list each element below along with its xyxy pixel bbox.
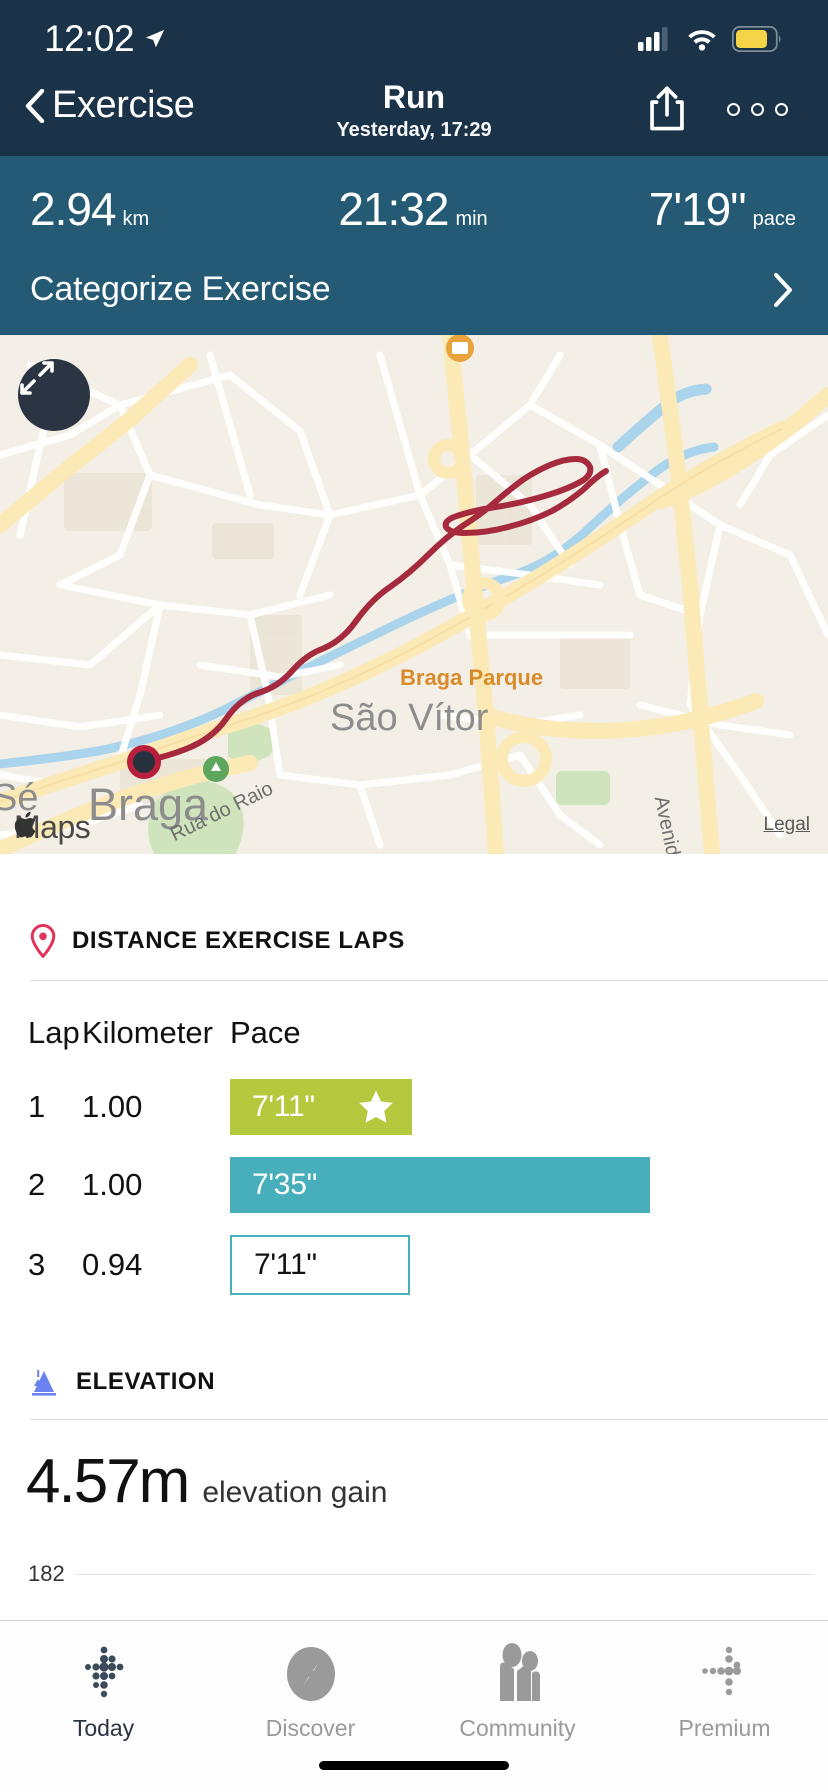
cellular-signal-icon (638, 27, 668, 51)
table-row[interactable]: 2 1.00 7'35" (0, 1157, 828, 1213)
more-dot-2 (751, 102, 764, 116)
elevation-section-title: ELEVATION (76, 1368, 216, 1395)
column-header-lap: Lap (28, 1015, 80, 1050)
summary-stats: 2.94 km 21:32 min 7'19" pace (0, 182, 828, 236)
stat-distance: 2.94 km (0, 182, 285, 236)
lap-pace-value: 7'11" (254, 1248, 317, 1281)
tab-premium-label: Premium (678, 1715, 771, 1741)
tab-today-label: Today (72, 1715, 135, 1741)
stat-duration: 21:32 min (285, 182, 540, 236)
compass-icon (284, 1643, 338, 1705)
lap-distance: 1.00 (82, 1167, 143, 1202)
elevation-gain-row: 4.57m elevation gain (0, 1420, 828, 1517)
elevation-section-header: ELEVATION (0, 1317, 828, 1409)
laps-table: Lap Kilometer Pace 1 1.00 7'11" 2 1.00 7… (0, 981, 828, 1295)
status-bar-clock: 12:02 (44, 18, 135, 59)
stat-pace-unit: pace (752, 208, 796, 230)
column-header-pace: Pace (230, 1015, 301, 1050)
more-dots-icon[interactable] (727, 102, 788, 116)
lap-number: 3 (28, 1247, 46, 1282)
elevation-axis-top-label: 182 (28, 1561, 65, 1586)
expand-arrows-icon (20, 361, 54, 395)
lap-pace-bar: 7'11" (230, 1079, 412, 1135)
tab-today[interactable]: Today (0, 1643, 207, 1742)
tab-community[interactable]: Community (414, 1643, 621, 1742)
laps-section-header: DISTANCE EXERCISE LAPS (0, 854, 828, 970)
nav-actions (647, 78, 788, 132)
stat-pace-value: 7'19" (648, 183, 747, 235)
lap-distance: 1.00 (82, 1089, 143, 1124)
column-header-kilometer: Kilometer (82, 1015, 213, 1050)
best-lap-star-icon (359, 1090, 393, 1123)
map-label-sao-vitor: São Vítor (330, 697, 489, 739)
share-icon[interactable] (647, 86, 687, 132)
status-bar: 12:02 (0, 0, 828, 78)
elevation-chart-axis: 182 (0, 1517, 828, 1587)
lap-pace-value: 7'11" (252, 1090, 315, 1123)
stat-duration-value: 21:32 (338, 183, 449, 235)
stat-distance-unit: km (122, 208, 150, 230)
map-legal-link[interactable]: Legal (764, 814, 811, 836)
tab-discover[interactable]: Discover (207, 1643, 414, 1742)
stat-duration-unit: min (455, 208, 488, 230)
map-pin-icon (30, 924, 56, 958)
location-arrow-icon (145, 29, 165, 48)
categorize-exercise-label: Categorize Exercise (30, 270, 331, 308)
dots-burst-icon (75, 1643, 133, 1705)
elevation-gain-caption: elevation gain (202, 1476, 388, 1509)
expand-map-button[interactable] (18, 359, 90, 431)
tab-bar: Today Discover Community Premium (0, 1620, 828, 1792)
stat-pace: 7'19" pace (541, 182, 828, 236)
map-attribution: Maps (14, 809, 91, 846)
map-canvas (0, 335, 828, 854)
tab-discover-label: Discover (265, 1715, 356, 1741)
tab-premium[interactable]: Premium (621, 1643, 828, 1742)
map-label-braga-parque: Braga Parque (400, 665, 544, 690)
back-button-label: Exercise (52, 84, 195, 126)
laps-section-title: DISTANCE EXERCISE LAPS (72, 927, 405, 954)
back-button[interactable]: Exercise (22, 78, 195, 127)
table-row[interactable]: 3 0.94 7'11" (0, 1235, 828, 1295)
chevron-left-icon (25, 88, 45, 123)
wifi-icon (688, 30, 716, 51)
route-map[interactable]: Maps Legal Braga Parque São Vítor Braga … (0, 335, 828, 854)
status-bar-right (638, 26, 782, 52)
elevation-gain-value: 4.57m (26, 1447, 190, 1516)
summary-bar: 2.94 km 21:32 min 7'19" pace Categorize … (0, 156, 828, 335)
lap-number: 1 (28, 1089, 46, 1124)
table-row[interactable]: 1 1.00 7'11" (0, 1079, 828, 1135)
categorize-exercise-row[interactable]: Categorize Exercise (0, 236, 828, 335)
chevron-right-icon (774, 272, 792, 307)
tab-community-label: Community (459, 1715, 576, 1741)
laps-table-header: Lap Kilometer Pace (0, 1015, 828, 1051)
lap-distance: 0.94 (82, 1247, 143, 1282)
home-indicator (319, 1761, 509, 1770)
people-icon (486, 1643, 550, 1705)
lap-pace-bar: 7'11" (230, 1235, 410, 1295)
lap-number: 2 (28, 1167, 46, 1202)
navigation-bar: Exercise Run Yesterday, 17:29 (0, 78, 828, 156)
battery-icon (732, 26, 781, 52)
apple-logo-icon (14, 811, 36, 838)
elevation-axis-gridline (74, 1573, 814, 1575)
stat-distance-value: 2.94 (30, 183, 117, 235)
lap-pace-value: 7'35" (252, 1168, 317, 1201)
mountain-icon (32, 1370, 56, 1396)
dots-arrow-icon (696, 1643, 754, 1705)
content-area: DISTANCE EXERCISE LAPS Lap Kilometer Pac… (0, 854, 828, 1587)
more-dot-1 (727, 102, 740, 116)
lap-pace-bar: 7'35" (230, 1157, 650, 1213)
status-bar-left: 12:02 (44, 18, 166, 60)
more-dot-3 (775, 102, 788, 116)
